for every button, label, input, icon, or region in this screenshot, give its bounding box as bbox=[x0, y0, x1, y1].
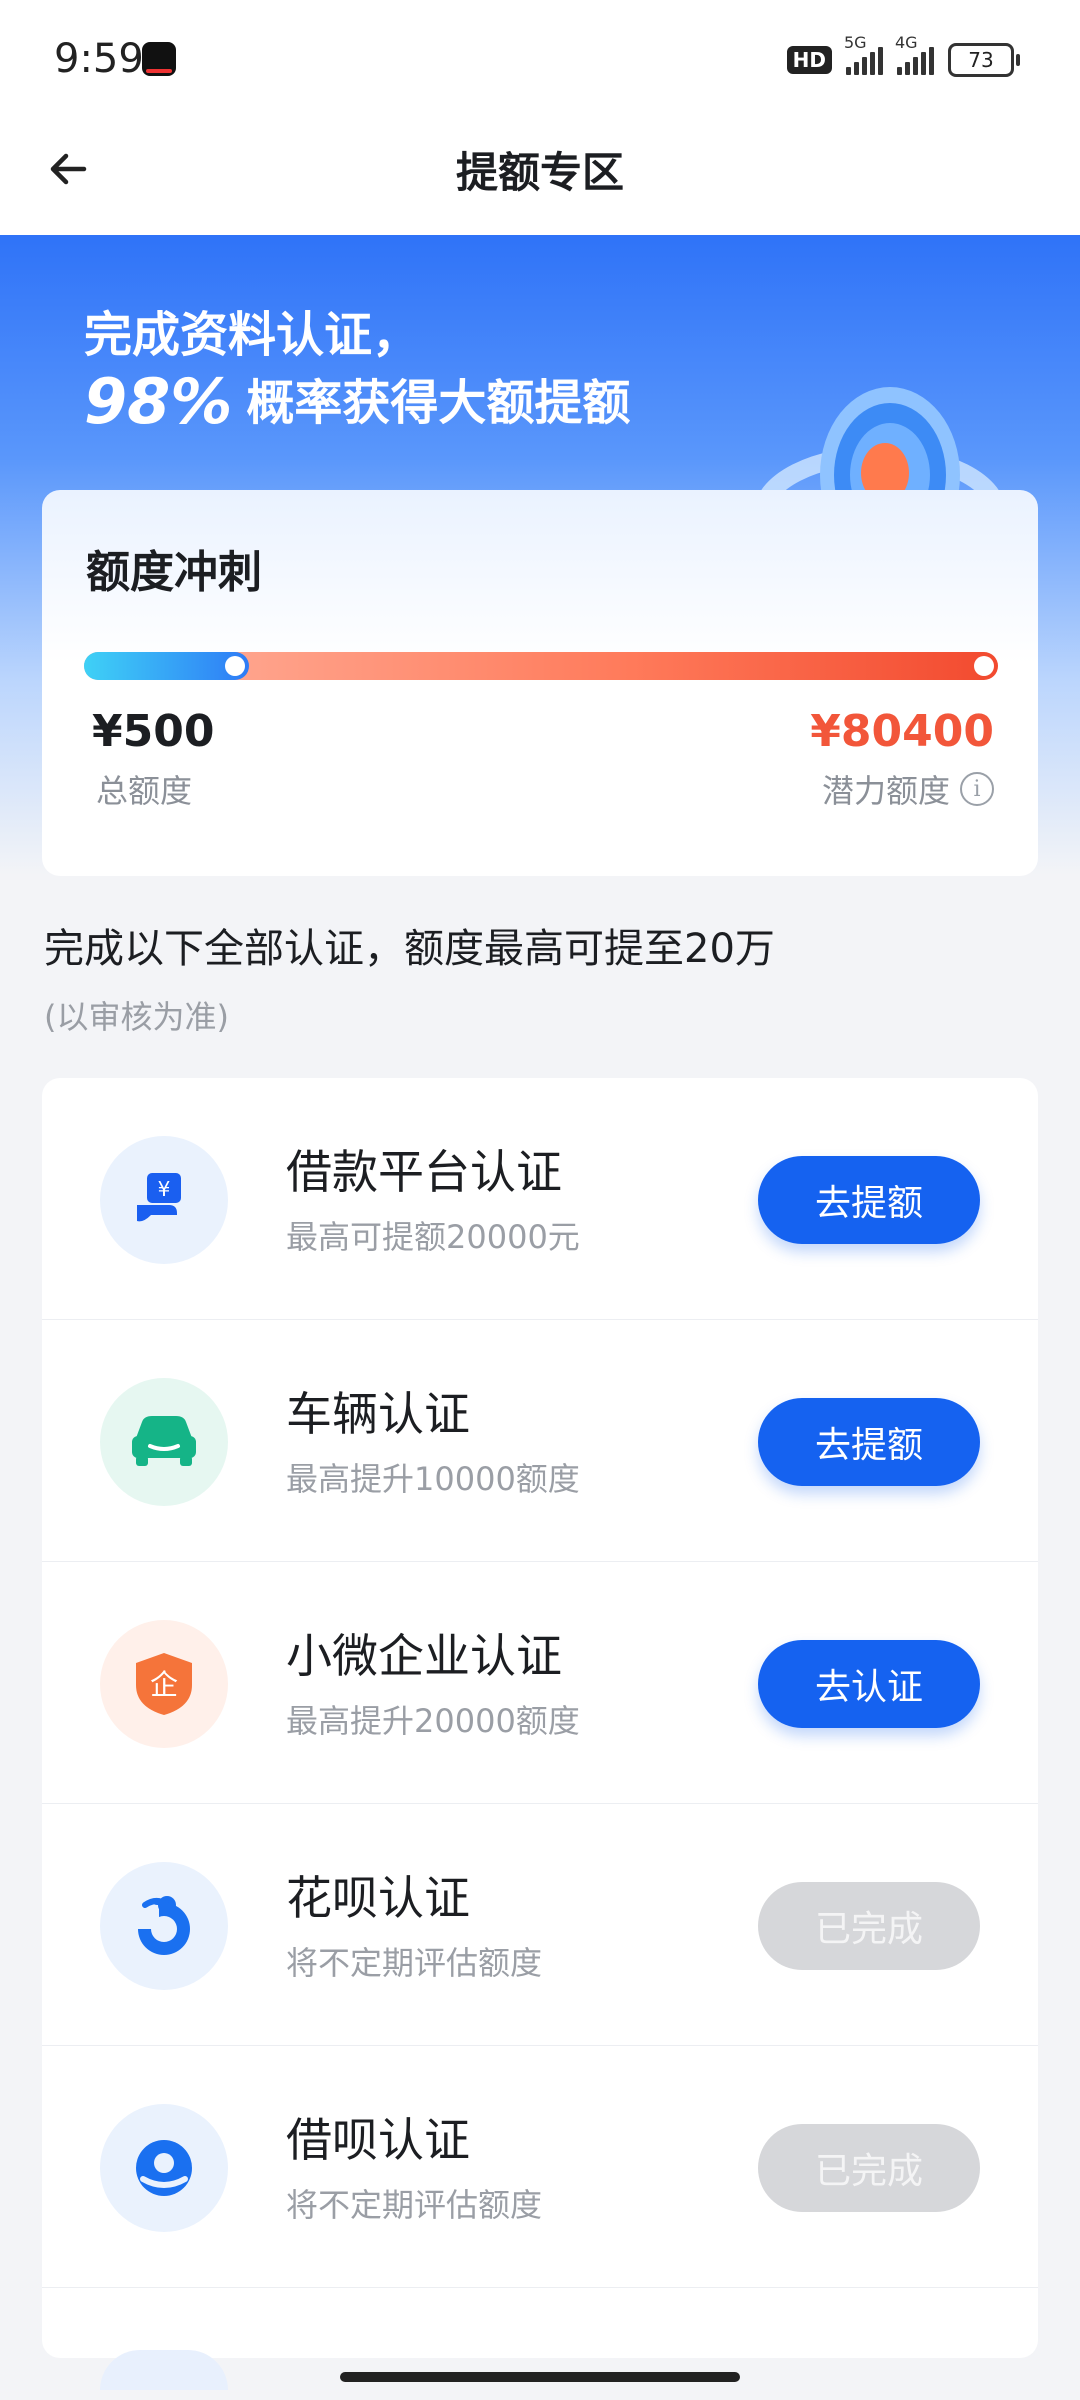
cert-desc: 最高提升20000额度 bbox=[286, 1702, 580, 1740]
nav-bar: 提额专区 bbox=[0, 125, 1080, 235]
home-indicator[interactable] bbox=[340, 2372, 740, 2382]
page-title: 提额专区 bbox=[455, 148, 624, 197]
cert-name: 小微企业认证 bbox=[286, 1629, 562, 1683]
progress-current-dot bbox=[225, 656, 245, 676]
hero-percent: 98% bbox=[79, 365, 237, 438]
list-item: 企 小微企业认证 最高提升20000额度 去认证 bbox=[42, 1562, 1038, 1804]
credit-sprint-card: 额度冲刺 ¥500 总额度 ¥80400 潜力额度 i bbox=[42, 490, 1038, 876]
cert-name: 借呗认证 bbox=[286, 2113, 470, 2167]
progress-end-dot bbox=[974, 656, 994, 676]
cert-name: 借款平台认证 bbox=[286, 1145, 562, 1199]
hd-voice-icon: HD bbox=[786, 46, 832, 74]
credit-card-title: 额度冲刺 bbox=[86, 547, 262, 598]
list-item: 花呗认证 将不定期评估额度 已完成 bbox=[42, 1804, 1038, 2046]
raise-limit-button[interactable]: 去提额 bbox=[758, 1398, 980, 1486]
hero-banner: 完成资料认证， 98% 概率获得大额提额 额度冲刺 ¥500 总额度 ¥8040… bbox=[0, 235, 1080, 876]
svg-text:企: 企 bbox=[150, 1668, 178, 1701]
list-item: 车辆认证 最高提升10000额度 去提额 bbox=[42, 1320, 1038, 1562]
completed-button[interactable]: 已完成 bbox=[758, 2124, 980, 2212]
partial-list-icon bbox=[100, 2350, 228, 2390]
app-notification-icon bbox=[142, 42, 176, 76]
svg-text:¥: ¥ bbox=[158, 1177, 171, 1201]
total-amount-label: 总额度 bbox=[96, 772, 193, 810]
section-note: (以审核为准) bbox=[44, 998, 229, 1036]
list-item: 借呗认证 将不定期评估额度 已完成 bbox=[42, 2046, 1038, 2288]
signal-5g-icon: 5G bbox=[844, 33, 883, 75]
signal-4g-icon: 4G bbox=[895, 33, 934, 75]
battery-icon: 73 bbox=[948, 43, 1020, 77]
jiebei-icon bbox=[100, 2104, 228, 2232]
info-icon[interactable]: i bbox=[960, 772, 994, 806]
enterprise-shield-icon: 企 bbox=[100, 1620, 228, 1748]
network-4g-label: 4G bbox=[895, 33, 918, 52]
credit-progress-bar bbox=[84, 652, 998, 680]
potential-amount: ¥80400 bbox=[810, 706, 994, 757]
cert-name: 车辆认证 bbox=[286, 1387, 470, 1441]
status-time: 9:59 bbox=[54, 36, 144, 82]
hero-subheadline-text: 概率获得大额提额 bbox=[246, 375, 631, 431]
list-item: ¥ 借款平台认证 最高可提额20000元 去提额 bbox=[42, 1078, 1038, 1320]
hero-subheadline: 98% 概率获得大额提额 bbox=[79, 363, 631, 438]
verify-button[interactable]: 去认证 bbox=[758, 1640, 980, 1728]
car-icon bbox=[100, 1378, 228, 1506]
cert-desc: 将不定期评估额度 bbox=[286, 1944, 543, 1982]
total-amount: ¥500 bbox=[92, 706, 215, 757]
cert-desc: 最高可提额20000元 bbox=[286, 1218, 580, 1256]
section-heading: 完成以下全部认证，额度最高可提至20万 bbox=[44, 926, 775, 972]
potential-amount-label: 潜力额度 bbox=[821, 772, 950, 810]
yuan-hand-icon: ¥ bbox=[100, 1136, 228, 1264]
completed-button[interactable]: 已完成 bbox=[758, 1882, 980, 1970]
cert-desc: 最高提升10000额度 bbox=[286, 1460, 580, 1498]
potential-amount-label-row: 潜力额度 i bbox=[822, 766, 994, 812]
cert-name: 花呗认证 bbox=[286, 1871, 470, 1925]
raise-limit-button[interactable]: 去提额 bbox=[758, 1156, 980, 1244]
cert-desc: 将不定期评估额度 bbox=[286, 2186, 543, 2224]
network-5g-label: 5G bbox=[844, 33, 867, 52]
status-bar: 9:59 HD 5G 4G 73 bbox=[0, 0, 1080, 125]
status-indicators: HD 5G 4G 73 bbox=[786, 33, 1020, 80]
huabei-icon bbox=[100, 1862, 228, 1990]
certification-list: ¥ 借款平台认证 最高可提额20000元 去提额 车辆认证 最高提升10000额… bbox=[42, 1078, 1038, 2358]
hero-headline: 完成资料认证， bbox=[84, 307, 421, 363]
